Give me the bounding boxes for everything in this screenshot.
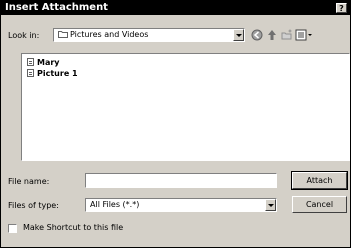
- file-type-dropdown[interactable]: All Files (*.*): [85, 198, 277, 212]
- insert-attachment-dialog: Insert Attachment ? Look in: Pictures an…: [0, 0, 351, 248]
- make-shortcut-checkbox[interactable]: [8, 224, 17, 233]
- dialog-title: Insert Attachment: [5, 2, 108, 13]
- view-menu-icon[interactable]: [295, 29, 313, 41]
- make-shortcut-label: Make Shortcut to this file: [23, 223, 124, 232]
- cancel-button[interactable]: Cancel: [292, 196, 347, 213]
- file-type-value: All Files (*.*): [90, 200, 140, 209]
- file-name-text: Mary: [37, 58, 60, 67]
- chevron-down-icon[interactable]: [233, 29, 244, 41]
- file-name-text: Picture 1: [37, 69, 78, 78]
- look-in-label: Look in:: [8, 31, 40, 40]
- file-name-label: File name:: [8, 177, 50, 186]
- help-button[interactable]: ?: [336, 3, 347, 13]
- look-in-value: Pictures and Videos: [70, 30, 149, 39]
- file-name-field[interactable]: [85, 173, 277, 188]
- back-icon[interactable]: [251, 29, 263, 41]
- file-type-label: Files of type:: [8, 201, 59, 210]
- list-item[interactable]: Picture 1: [27, 69, 78, 79]
- file-icon: [27, 69, 34, 77]
- list-item[interactable]: Mary: [27, 58, 60, 68]
- folder-icon: [58, 31, 68, 38]
- new-folder-icon[interactable]: [281, 29, 293, 41]
- look-in-dropdown[interactable]: Pictures and Videos: [53, 28, 245, 42]
- chevron-down-icon[interactable]: [265, 199, 276, 211]
- title-bar[interactable]: Insert Attachment ?: [1, 1, 350, 15]
- up-folder-icon[interactable]: [266, 29, 278, 41]
- file-icon: [27, 58, 34, 66]
- attach-button[interactable]: Attach: [291, 171, 348, 190]
- file-list[interactable]: Mary Picture 1: [21, 53, 350, 161]
